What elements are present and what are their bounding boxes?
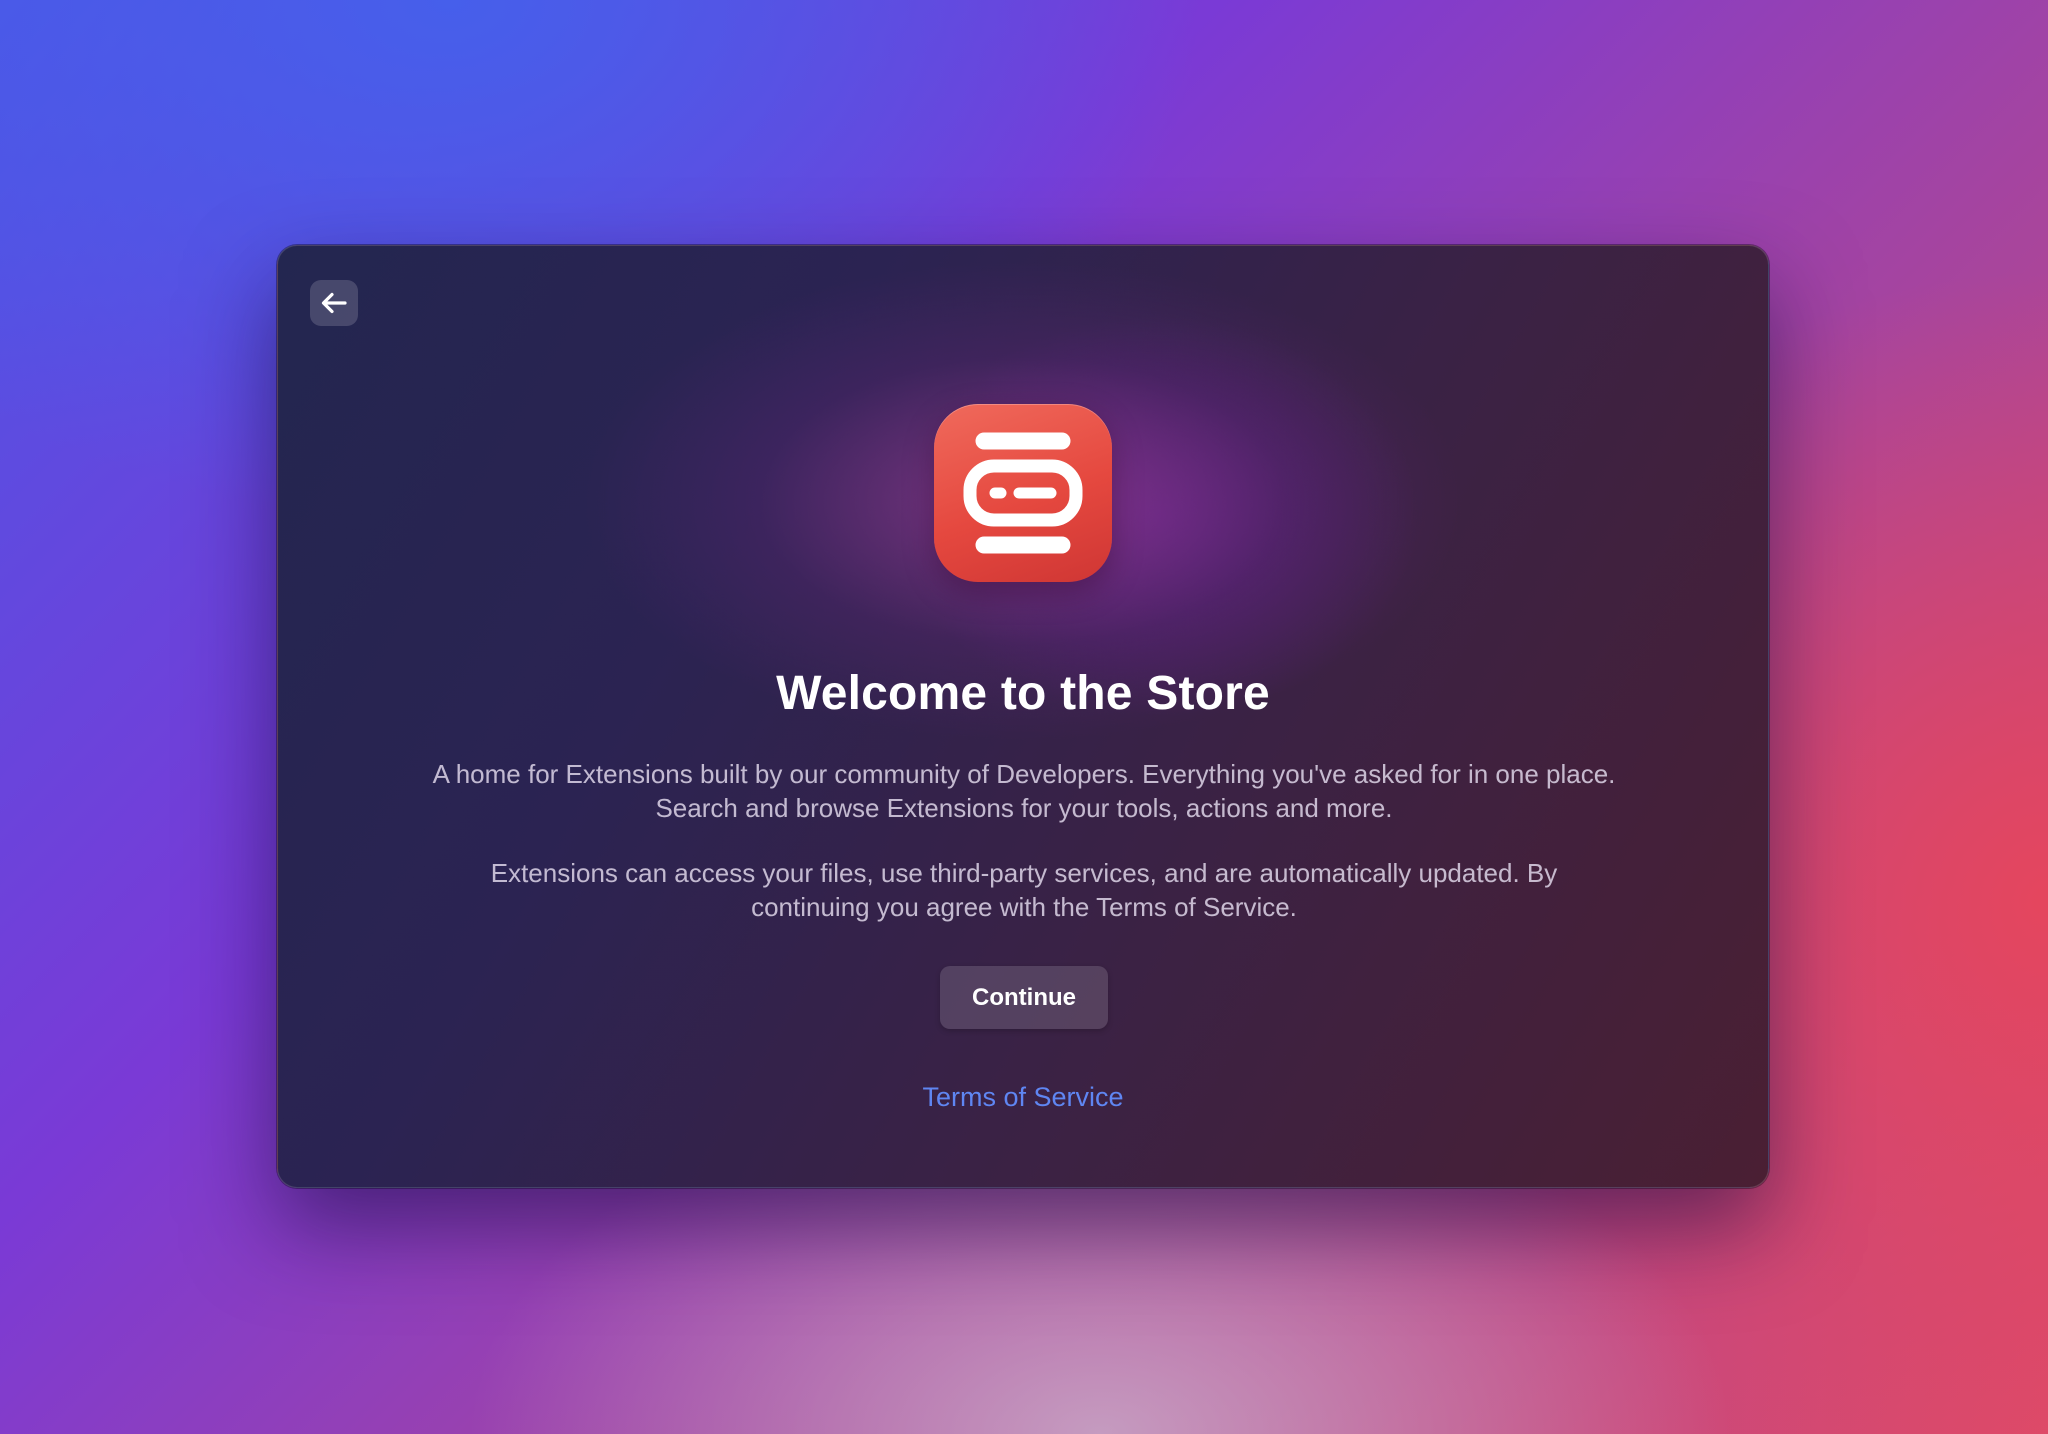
store-extension-icon bbox=[934, 404, 1112, 582]
description-paragraph: A home for Extensions built by our commu… bbox=[432, 759, 1616, 823]
back-button[interactable] bbox=[310, 280, 358, 326]
dialog-title: Welcome to the Store bbox=[776, 667, 1270, 720]
terms-of-service-link[interactable]: Terms of Service bbox=[278, 1082, 1768, 1113]
arrow-left-icon bbox=[321, 292, 347, 314]
permissions-paragraph: Extensions can access your files, use th… bbox=[490, 858, 1558, 922]
welcome-dialog: Welcome to the Store A home for Extensio… bbox=[277, 245, 1769, 1188]
continue-button[interactable]: Continue bbox=[940, 966, 1108, 1029]
